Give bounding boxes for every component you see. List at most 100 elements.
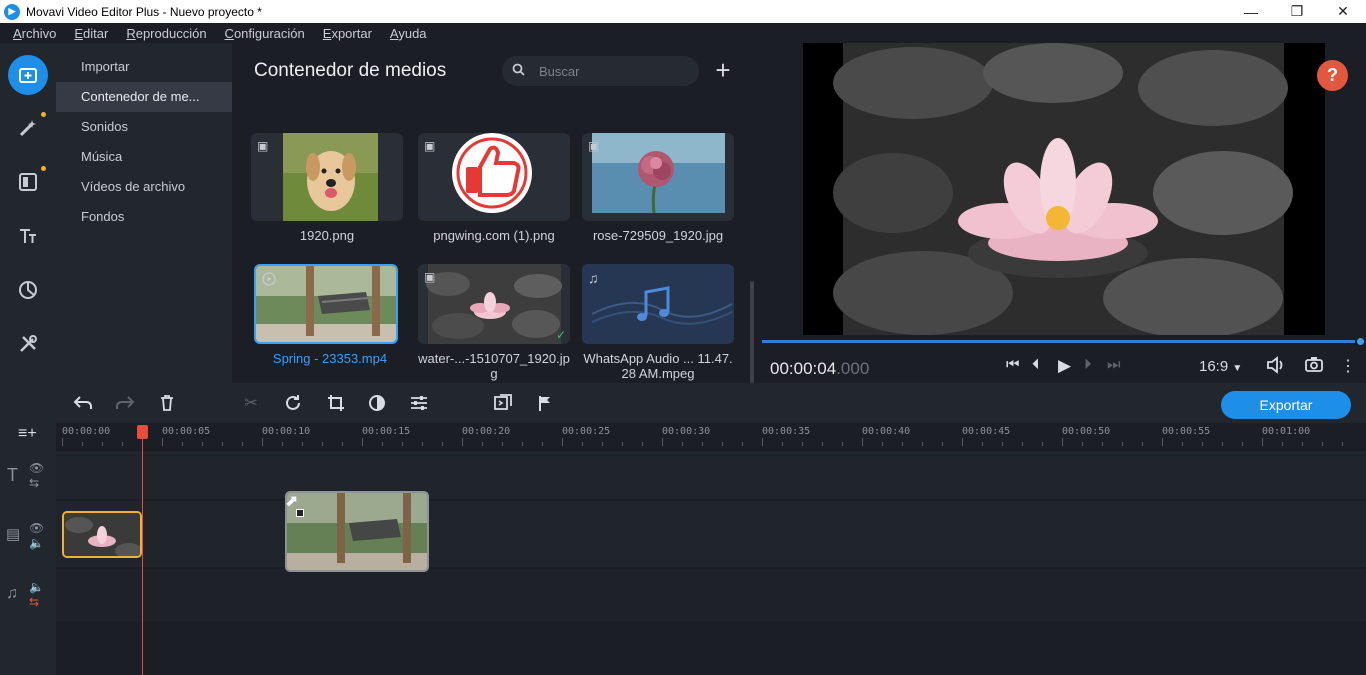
title-bar: ▶ Movavi Video Editor Plus - Nuevo proye… — [0, 0, 1366, 23]
ruler-tick — [222, 442, 223, 446]
preview-progress-bar[interactable] — [762, 340, 1362, 343]
media-item[interactable]: Spring - 23353.mp4 — [254, 264, 406, 366]
media-item[interactable]: ♫ WhatsApp Audio ... 11.47.28 AM.mpeg — [582, 264, 734, 381]
ruler-tick — [1162, 438, 1163, 446]
ruler-tick-label: 00:00:05 — [162, 426, 211, 437]
media-thumbnail: ♫ — [582, 264, 734, 344]
category-importar[interactable]: Importar — [56, 52, 232, 82]
import-icon[interactable] — [8, 55, 48, 95]
audio-track[interactable] — [56, 569, 1366, 621]
speaker-icon[interactable]: 🔈 — [29, 580, 44, 594]
rotate-icon[interactable] — [282, 392, 304, 414]
undo-icon[interactable] — [72, 392, 94, 414]
media-item[interactable]: ▣ pngwing.com (1).png — [418, 133, 570, 243]
aspect-ratio-selector[interactable]: 16:9 ▼ — [1199, 358, 1242, 375]
menu-configuracion[interactable]: Configuración — [225, 26, 305, 41]
ruler-tick — [1022, 442, 1023, 446]
ruler-tick — [1122, 442, 1123, 446]
media-scrollbar[interactable] — [750, 281, 754, 383]
image-icon: ▣ — [257, 139, 269, 153]
ruler-tick — [1342, 442, 1343, 446]
category-videos-archivo[interactable]: Vídeos de archivo — [56, 172, 232, 202]
menu-editar[interactable]: Editar — [74, 26, 108, 41]
category-contenedor[interactable]: Contenedor de me... — [56, 82, 232, 112]
title-track[interactable] — [56, 451, 1366, 499]
ruler-tick — [1142, 442, 1143, 446]
minimize-icon[interactable]: — — [1228, 0, 1274, 23]
close-icon[interactable]: ✕ — [1320, 0, 1366, 23]
menu-reproduccion[interactable]: Reproducción — [126, 26, 206, 41]
playhead-handle[interactable] — [137, 425, 148, 439]
transitions-icon[interactable] — [8, 162, 48, 202]
snapshot-camera-icon[interactable] — [1305, 356, 1323, 376]
settings-sliders-icon[interactable] — [408, 392, 430, 414]
menu-exportar[interactable]: Exportar — [323, 26, 372, 41]
category-fondos[interactable]: Fondos — [56, 202, 232, 232]
help-button[interactable]: ? — [1317, 60, 1348, 91]
timecode-main: 00:00:04 — [770, 359, 837, 378]
ruler-tick — [542, 442, 543, 446]
restore-icon[interactable]: ❐ — [1274, 0, 1320, 23]
ruler-tick-label: 00:01:00 — [1262, 426, 1311, 437]
ruler-tick — [742, 442, 743, 446]
crop-icon[interactable] — [325, 392, 347, 414]
ruler-tick-label: 00:00:55 — [1162, 426, 1211, 437]
more-options-icon[interactable]: ⋮ — [1340, 356, 1356, 376]
unlink-icon[interactable]: ⇆ — [29, 595, 39, 609]
eye-icon[interactable]: 👁 — [29, 521, 44, 535]
stickers-icon[interactable] — [8, 270, 48, 310]
timeline-clip-water[interactable] — [62, 511, 142, 558]
speaker-icon[interactable]: 🔈 — [29, 536, 44, 550]
previous-frame-icon[interactable]: ⏴ — [1032, 356, 1040, 373]
search-input[interactable]: Buscar — [502, 56, 699, 86]
color-adjust-icon[interactable] — [366, 392, 388, 414]
playhead-line[interactable] — [142, 431, 143, 675]
ruler-tick — [822, 442, 823, 446]
volume-icon[interactable] — [1266, 356, 1286, 378]
timeline-ruler[interactable]: 00:00:00 00:00:05 00:00:10 00:00:15 00:00:20… — [56, 423, 1366, 448]
link-icon[interactable]: ⇆ — [29, 476, 39, 490]
video-track-icon: ▤ — [6, 526, 21, 543]
ruler-tick-label: 00:00:10 — [262, 426, 311, 437]
delete-icon[interactable] — [156, 392, 178, 414]
video-preview — [803, 43, 1325, 335]
ruler-tick — [82, 442, 83, 446]
image-icon: ▣ — [424, 139, 436, 153]
titles-icon[interactable] — [8, 216, 48, 256]
next-frame-icon[interactable]: ⏵ — [1084, 356, 1092, 373]
music-note-icon: ♫ — [588, 270, 599, 286]
timeline-toolbar: ✂ — [0, 383, 1366, 423]
add-track-icon[interactable]: ≡+ — [18, 425, 37, 443]
category-sonidos[interactable]: Sonidos — [56, 112, 232, 142]
media-item[interactable]: ▣ 1920.png — [251, 133, 403, 243]
ruler-tick-label: 00:00:30 — [662, 426, 711, 437]
redo-icon[interactable] — [114, 392, 136, 414]
cut-icon[interactable]: ✂ — [240, 392, 262, 414]
eye-icon[interactable]: 👁 — [29, 461, 44, 475]
media-item[interactable]: ▣ ✓ water-...-1510707_1920.jpg — [418, 264, 570, 381]
timeline-track-headers: ≡+ T 👁 ⇆ ▤ 👁 🔈 ♫ 🔈 ⇆ — [0, 423, 56, 675]
insert-icon[interactable] — [492, 392, 514, 414]
export-button[interactable]: Exportar — [1221, 391, 1351, 419]
ruler-tick — [162, 438, 163, 446]
play-icon[interactable]: ▶ — [1058, 356, 1071, 376]
aspect-ratio-value: 16:9 — [1199, 358, 1229, 375]
magic-wand-icon[interactable] — [8, 108, 48, 148]
preview-progress-handle[interactable] — [1355, 336, 1366, 347]
category-musica[interactable]: Música — [56, 142, 232, 172]
menu-ayuda[interactable]: Ayuda — [390, 26, 427, 41]
tools-icon[interactable] — [8, 324, 48, 364]
timeline[interactable]: 00:00:00 00:00:05 00:00:10 00:00:15 00:00:20… — [56, 423, 1366, 675]
dragged-clip-spring[interactable] — [285, 491, 429, 572]
add-media-button[interactable]: + — [711, 57, 735, 85]
skip-to-end-icon[interactable]: ⏭ — [1107, 356, 1121, 373]
video-track[interactable] — [56, 501, 1366, 567]
ruler-tick — [722, 442, 723, 446]
ruler-tick — [1282, 442, 1283, 446]
marker-flag-icon[interactable] — [534, 392, 556, 414]
menu-archivo[interactable]: Archivo — [13, 26, 56, 41]
media-item[interactable]: ▣ rose-729509_1920.jpg — [582, 133, 734, 243]
skip-to-start-icon[interactable]: ⏮ — [1006, 356, 1020, 373]
preview-panel: ? 00:00:04.000 ⏮ ⏴ ▶ ⏵ ⏭ 16:9 ▼ ⋮ — [762, 43, 1366, 383]
ruler-tick — [102, 442, 103, 446]
